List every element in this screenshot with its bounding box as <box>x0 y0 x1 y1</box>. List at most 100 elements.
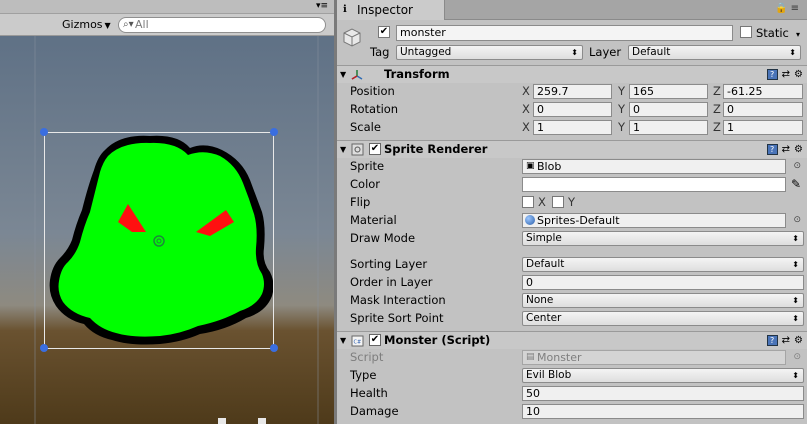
type-row: Type Evil Blob ⬍ <box>337 366 807 384</box>
settings-gear-icon[interactable]: ⚙ <box>794 142 803 157</box>
fold-arrow-icon[interactable]: ▼ <box>340 141 346 158</box>
material-label: Material <box>350 213 397 227</box>
health-row: Health 50 <box>337 384 807 402</box>
order-in-layer-label: Order in Layer <box>350 275 433 289</box>
script-object-field: ▤ Monster <box>522 350 786 365</box>
flip-y-checkbox[interactable] <box>552 196 564 208</box>
sorting-layer-label: Sorting Layer <box>350 257 428 271</box>
sorting-layer-dropdown[interactable]: Default ⬍ <box>522 257 804 272</box>
scene-canvas[interactable] <box>0 0 334 424</box>
active-checkbox[interactable]: ✔ <box>378 26 390 38</box>
fold-arrow-icon[interactable]: ▼ <box>340 332 346 349</box>
axis-z-label[interactable]: Z <box>713 118 721 136</box>
tag-label: Tag <box>370 45 390 59</box>
scene-view[interactable]: ▾≡ Gizmos ▼ ⌕▾ All <box>0 0 334 424</box>
settings-gear-icon[interactable]: ⚙ <box>794 67 803 82</box>
damage-row: Damage 10 <box>337 402 807 420</box>
rotation-y-field[interactable]: 0 <box>629 102 708 117</box>
tag-dropdown[interactable]: Untagged ⬍ <box>396 45 583 60</box>
help-icon[interactable]: ? <box>766 334 778 346</box>
position-x-field[interactable]: 259.7 <box>533 84 612 99</box>
scene-search-input[interactable]: ⌕▾ All <box>118 17 326 33</box>
material-row: Material Sprites-Default ⊙ <box>337 211 807 229</box>
sprite-object-field[interactable]: ▣ Blob <box>522 159 786 174</box>
lock-menu-icon[interactable]: 🔒 ≡ <box>775 3 799 14</box>
flip-x-checkbox[interactable] <box>522 196 534 208</box>
script-row: Script ▤ Monster ⊙ <box>337 348 807 366</box>
draw-mode-dropdown[interactable]: Simple ⬍ <box>522 231 804 246</box>
scene-menu-icon[interactable]: ▾≡ <box>316 0 328 12</box>
chevron-down-icon: ▼ <box>104 21 111 30</box>
scale-z-field[interactable]: 1 <box>723 120 803 135</box>
axis-y-label[interactable]: Y <box>618 82 625 100</box>
sprite-sort-point-row: Sprite Sort Point Center ⬍ <box>337 309 807 327</box>
static-checkbox[interactable] <box>740 26 752 38</box>
flip-y-label: Y <box>568 195 576 209</box>
sprite-renderer-title: Sprite Renderer <box>384 142 488 156</box>
position-row: Position X 259.7 Y 165 Z -61.25 <box>337 82 807 100</box>
object-picker-icon[interactable]: ⊙ <box>793 211 801 229</box>
sprite-asset-icon: ▣ <box>526 161 535 171</box>
material-object-field[interactable]: Sprites-Default <box>522 213 786 228</box>
health-label: Health <box>350 386 388 400</box>
search-icon: ⌕▾ <box>123 19 134 30</box>
layer-dropdown[interactable]: Default ⬍ <box>628 45 801 60</box>
sprite-renderer-enabled-checkbox[interactable]: ✔ <box>369 143 381 155</box>
health-field[interactable]: 50 <box>522 386 804 401</box>
monster-script-header[interactable]: ▼ C# ✔ Monster (Script) ? ⇄ ⚙ <box>337 331 807 349</box>
axis-y-label[interactable]: Y <box>618 118 625 136</box>
inspector-panel: ℹ Inspector 🔒 ≡ ✔ monster Static ▾ Tag Un… <box>337 0 807 424</box>
axis-x-label[interactable]: X <box>522 100 530 118</box>
preset-icon[interactable]: ⇄ <box>782 67 790 82</box>
rotation-row: Rotation X 0 Y 0 Z 0 <box>337 100 807 118</box>
object-picker-icon[interactable]: ⊙ <box>793 157 801 175</box>
mask-interaction-row: Mask Interaction None ⬍ <box>337 291 807 309</box>
help-icon[interactable]: ? <box>766 68 778 80</box>
tab-inspector[interactable]: ℹ Inspector <box>337 0 445 20</box>
scale-row: Scale X 1 Y 1 Z 1 <box>337 118 807 136</box>
axis-z-label[interactable]: Z <box>713 100 721 118</box>
draw-mode-row: Draw Mode Simple ⬍ <box>337 229 807 247</box>
axis-y-label[interactable]: Y <box>618 100 625 118</box>
settings-gear-icon[interactable]: ⚙ <box>794 333 803 348</box>
order-in-layer-field[interactable]: 0 <box>522 275 804 290</box>
mask-interaction-dropdown[interactable]: None ⬍ <box>522 293 804 308</box>
damage-field[interactable]: 10 <box>522 404 804 419</box>
inspector-tabbar: ℹ Inspector 🔒 ≡ <box>337 0 807 20</box>
rotation-x-field[interactable]: 0 <box>533 102 612 117</box>
type-dropdown[interactable]: Evil Blob ⬍ <box>522 368 804 383</box>
sorting-layer-row: Sorting Layer Default ⬍ <box>337 255 807 273</box>
color-swatch[interactable] <box>522 177 786 192</box>
eyedropper-icon[interactable]: ✎ <box>791 175 801 193</box>
scene-top-strip: ▾≡ <box>0 0 334 14</box>
color-row: Color ✎ <box>337 175 807 193</box>
position-y-field[interactable]: 165 <box>629 84 708 99</box>
sprite-renderer-header[interactable]: ▼ ✔ Sprite Renderer ? ⇄ ⚙ <box>337 140 807 158</box>
monster-script-title: Monster (Script) <box>384 333 491 347</box>
type-label: Type <box>350 368 377 382</box>
preset-icon[interactable]: ⇄ <box>782 142 790 157</box>
sprite-sort-point-dropdown[interactable]: Center ⬍ <box>522 311 804 326</box>
flip-x-label: X <box>538 195 546 209</box>
gizmos-dropdown[interactable]: Gizmos ▼ <box>58 17 115 33</box>
info-icon: ℹ <box>343 4 347 15</box>
object-name-input[interactable]: monster <box>396 25 733 41</box>
axis-x-label[interactable]: X <box>522 82 530 100</box>
rotation-z-field[interactable]: 0 <box>723 102 803 117</box>
object-picker-icon: ⊙ <box>793 352 801 362</box>
script-asset-icon: ▤ <box>526 352 535 362</box>
transform-header[interactable]: ▼ Transform ? ⇄ ⚙ <box>337 65 807 83</box>
preset-icon[interactable]: ⇄ <box>782 333 790 348</box>
sprite-label: Sprite <box>350 159 385 173</box>
axis-x-label[interactable]: X <box>522 118 530 136</box>
fold-arrow-icon[interactable]: ▼ <box>340 66 346 83</box>
scale-x-field[interactable]: 1 <box>533 120 612 135</box>
axis-z-label[interactable]: Z <box>713 82 721 100</box>
static-dropdown-icon[interactable]: ▾ <box>796 30 800 39</box>
help-icon[interactable]: ? <box>766 143 778 155</box>
monster-script-enabled-checkbox[interactable]: ✔ <box>369 334 381 346</box>
scale-y-field[interactable]: 1 <box>629 120 708 135</box>
transform-icon <box>351 70 363 80</box>
transform-title: Transform <box>384 67 450 81</box>
position-z-field[interactable]: -61.25 <box>723 84 803 99</box>
